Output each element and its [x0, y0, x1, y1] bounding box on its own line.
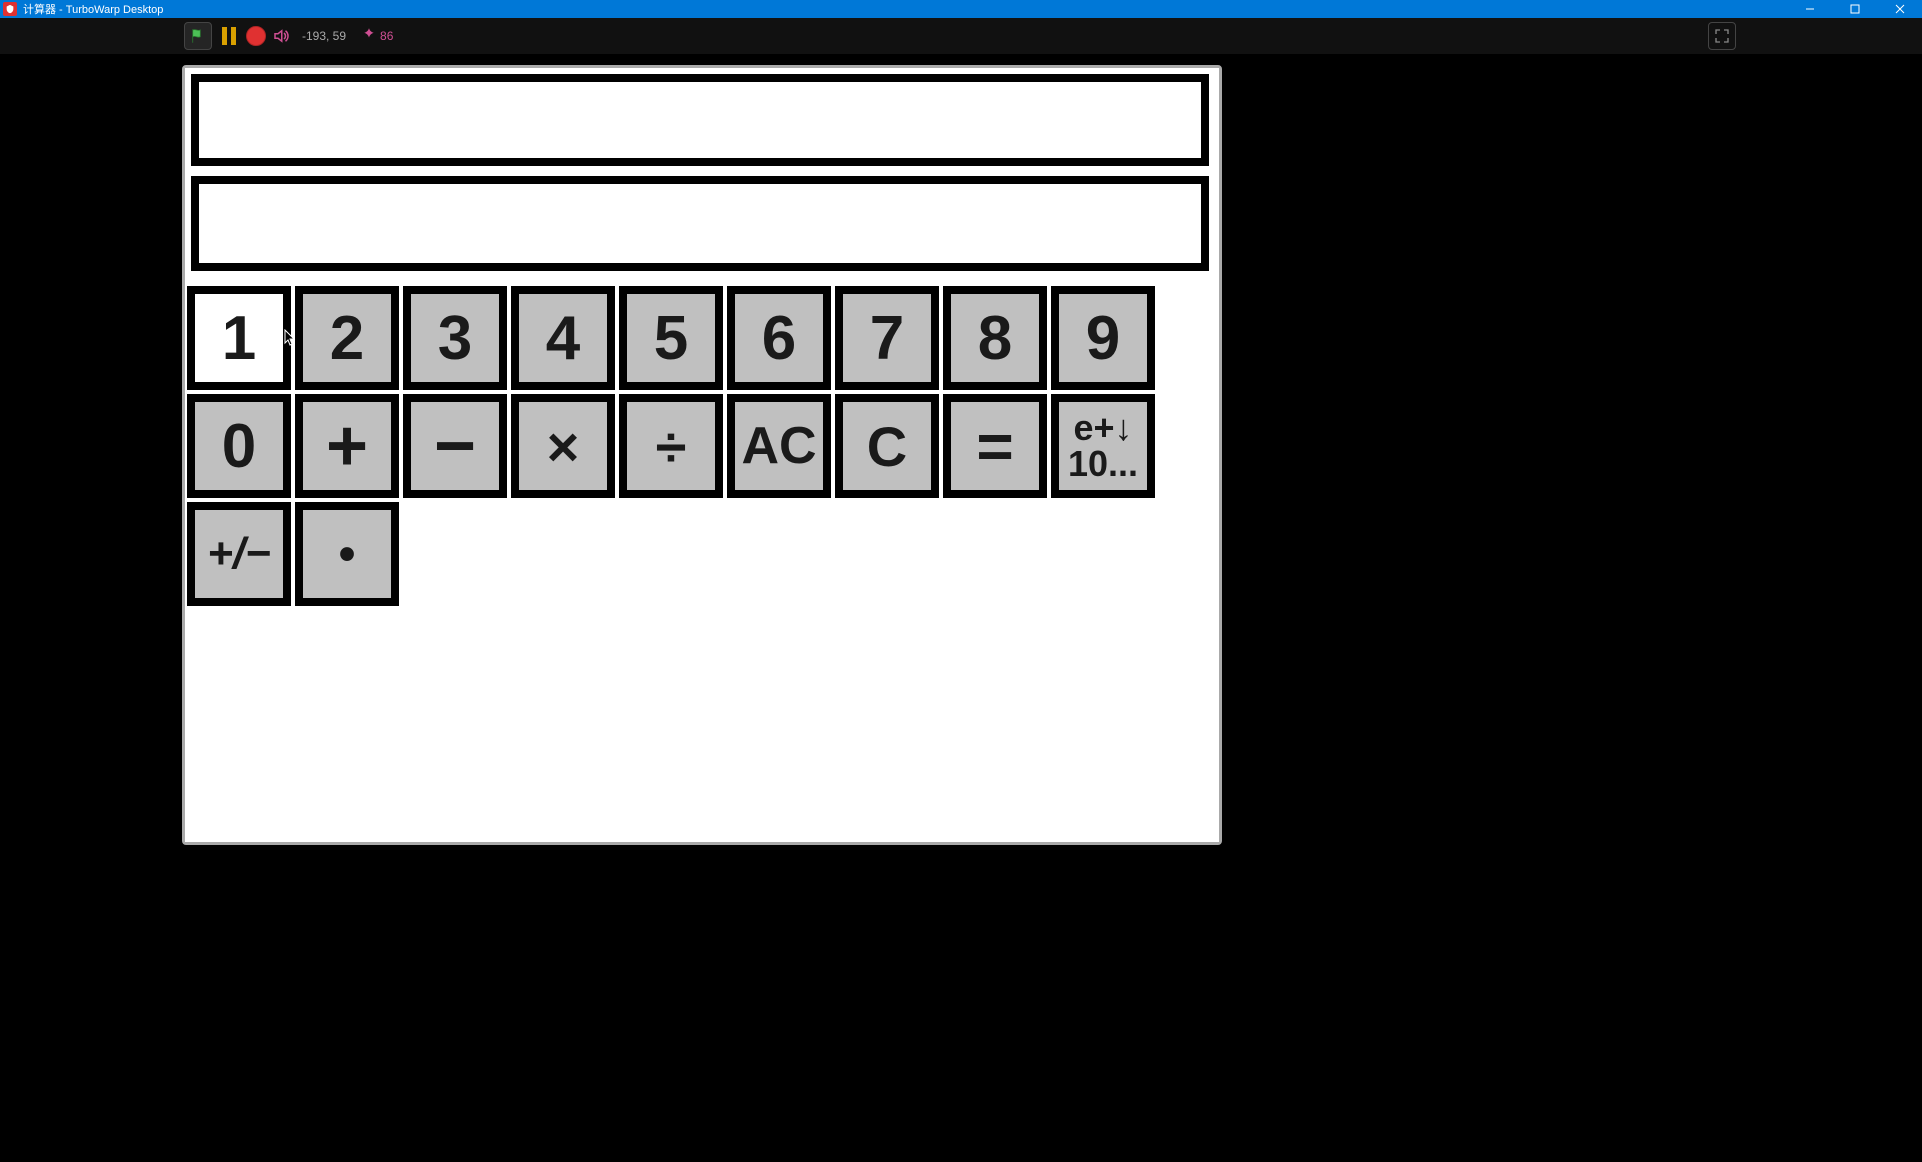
key-9[interactable]: 9 — [1051, 286, 1155, 390]
key-plus[interactable]: + — [295, 394, 399, 498]
key-all-clear[interactable]: AC — [727, 394, 831, 498]
key-scientific[interactable]: e+↓ 10... — [1051, 394, 1155, 498]
close-button[interactable] — [1877, 0, 1922, 18]
key-1[interactable]: 1 — [187, 286, 291, 390]
key-4[interactable]: 4 — [511, 286, 615, 390]
key-8[interactable]: 8 — [943, 286, 1047, 390]
window-title: 计算器 - TurboWarp Desktop — [23, 1, 163, 17]
key-7[interactable]: 7 — [835, 286, 939, 390]
app-icon — [3, 2, 17, 16]
key-0[interactable]: 0 — [187, 394, 291, 498]
key-clear[interactable]: C — [835, 394, 939, 498]
key-3[interactable]: 3 — [403, 286, 507, 390]
key-plus-minus[interactable]: +/− — [187, 502, 291, 606]
toolbar: -193, 59 86 — [0, 18, 1922, 54]
key-decimal[interactable]: • — [295, 502, 399, 606]
key-scientific-line1: e+↓ — [1073, 410, 1132, 446]
key-equals[interactable]: = — [943, 394, 1047, 498]
key-scientific-line2: 10... — [1068, 446, 1138, 482]
sound-icon[interactable] — [272, 27, 290, 45]
key-minus[interactable]: − — [403, 394, 507, 498]
maximize-button[interactable] — [1832, 0, 1877, 18]
pause-button[interactable] — [218, 25, 240, 47]
display-primary — [191, 74, 1209, 166]
mouse-coords: -193, 59 — [302, 29, 346, 43]
fullscreen-button[interactable] — [1708, 22, 1736, 50]
turbo-icon — [362, 27, 376, 46]
key-divide[interactable]: ÷ — [619, 394, 723, 498]
stop-button[interactable] — [246, 26, 266, 46]
key-2[interactable]: 2 — [295, 286, 399, 390]
display-secondary — [191, 176, 1209, 271]
key-multiply[interactable]: × — [511, 394, 615, 498]
key-6[interactable]: 6 — [727, 286, 831, 390]
minimize-button[interactable] — [1787, 0, 1832, 18]
stage[interactable]: 1 2 3 4 5 6 7 8 9 0 + − × ÷ AC C = e+↓ 1… — [182, 65, 1222, 845]
titlebar: 计算器 - TurboWarp Desktop — [0, 0, 1922, 18]
fps-counter: 86 — [380, 29, 393, 43]
key-5[interactable]: 5 — [619, 286, 723, 390]
green-flag-button[interactable] — [184, 22, 212, 50]
